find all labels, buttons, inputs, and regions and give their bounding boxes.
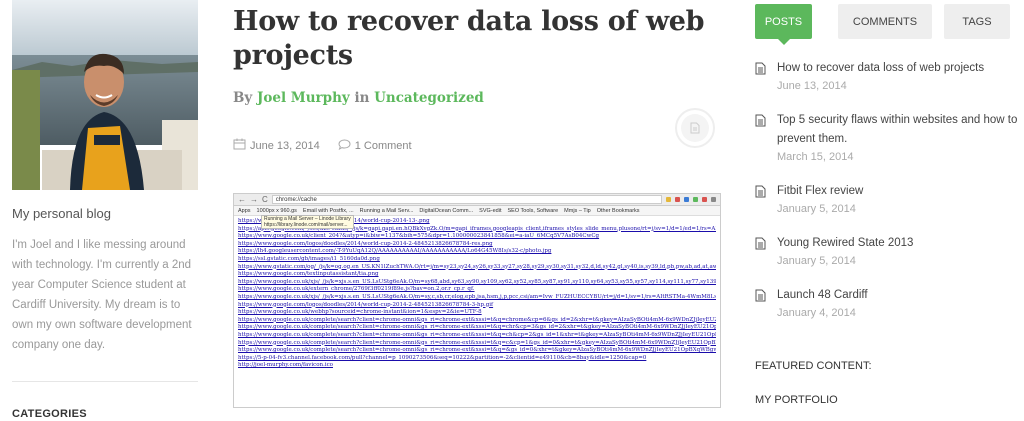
- recent-posts-list: How to recover data loss of web projects…: [755, 59, 1024, 321]
- left-sidebar: My personal blog I'm Joel and I like mes…: [12, 0, 198, 420]
- cache-link[interactable]: https://www.google.co.uk/extern_chrome/2…: [238, 286, 716, 294]
- bookmark-item: DigitalOcean Comm...: [419, 208, 474, 214]
- cache-link[interactable]: https://www.gstatic.com/og/_/js/k=og.og.…: [238, 264, 716, 272]
- cache-link[interactable]: https://www.google.co.uk/complete/search…: [238, 340, 716, 348]
- avatar[interactable]: [12, 0, 198, 190]
- recent-post-item[interactable]: Top 5 security flaws within websites and…: [755, 111, 1024, 165]
- post-meta: June 13, 2014 1 Comment: [233, 138, 412, 153]
- extension-icon: [702, 197, 707, 202]
- browser-toolbar: ← → C chrome://cache: [234, 194, 720, 206]
- post-format-badge: [675, 108, 715, 148]
- back-icon: ←: [238, 195, 246, 204]
- recent-post-item[interactable]: How to recover data loss of web projects…: [755, 59, 1024, 94]
- byline-by: By: [233, 90, 253, 106]
- blog-description: I'm Joel and I like messing around with …: [12, 239, 192, 351]
- tooltip: Running a Mail Server – Linode Library h…: [261, 215, 354, 229]
- post-date: June 13, 2014: [250, 139, 320, 152]
- divider: [12, 381, 198, 382]
- sidebar-tabs: POSTS COMMENTS TAGS: [755, 4, 1024, 45]
- cache-link[interactable]: http://joel-murphy.com/favicon.ico: [238, 362, 716, 370]
- menu-icon: [711, 197, 716, 202]
- recent-post-title[interactable]: Fitbit Flex review: [777, 182, 863, 201]
- extension-icon: [675, 197, 680, 202]
- recent-post-date: January 5, 2014: [777, 203, 856, 215]
- cache-link[interactable]: https://ssl.gstatic.com/gb/images/i1_516…: [238, 256, 716, 264]
- recent-post-title[interactable]: Launch 48 Cardiff: [777, 286, 868, 305]
- categories-heading: CATEGORIES: [12, 408, 87, 420]
- post-title[interactable]: How to recover data loss of web projects: [233, 5, 721, 73]
- cache-link[interactable]: https://www.google.com/logos/doodles/201…: [238, 241, 716, 249]
- browser-url: chrome://cache: [271, 195, 662, 204]
- star-icon: [666, 197, 671, 202]
- featured-heading: FEATURED CONTENT:: [755, 360, 872, 372]
- bookmark-item: SEO Tools, Software: [507, 208, 559, 214]
- document-icon: [755, 289, 766, 321]
- forward-icon: →: [250, 195, 258, 204]
- tab-tags[interactable]: TAGS: [944, 4, 1010, 39]
- recent-post-item[interactable]: Launch 48 Cardiff January 4, 2014: [755, 286, 1024, 321]
- comment-icon: [338, 138, 351, 153]
- bookmark-item: 1000px x 960.gs: [256, 208, 297, 214]
- extension-icon: [684, 197, 689, 202]
- profile-photo: [12, 0, 198, 190]
- byline: By Joel Murphy in Uncategorized: [233, 90, 721, 106]
- cache-link[interactable]: https://www.google.com/textinputassistan…: [238, 271, 716, 279]
- bookmark-item: Mmjs – Tip: [564, 208, 591, 214]
- cache-link[interactable]: https://www.google.co.uk/complete/search…: [238, 332, 716, 340]
- reload-icon: C: [262, 195, 268, 204]
- cache-link[interactable]: https://www.google.co.uk/client_204?&aty…: [238, 233, 716, 241]
- cache-link[interactable]: https://www.google.com/logos/doodles/201…: [238, 302, 716, 310]
- recent-post-date: January 5, 2014: [777, 255, 856, 267]
- tab-comments[interactable]: COMMENTS: [838, 4, 932, 39]
- bookmark-item: Other Bookmarks: [596, 208, 640, 214]
- document-icon: [755, 62, 766, 94]
- tab-posts[interactable]: POSTS: [755, 4, 812, 45]
- recent-post-date: March 15, 2014: [777, 151, 854, 163]
- blog-title: My personal blog: [12, 206, 111, 221]
- recent-post-title[interactable]: Top 5 security flaws within websites and…: [777, 111, 1024, 149]
- byline-in: in: [354, 90, 370, 106]
- document-icon: [755, 185, 766, 217]
- cache-link[interactable]: https://5-p-04-fv3.channel.facebook.com/…: [238, 355, 716, 363]
- bookmark-item: Running a Mail Serv...: [359, 208, 414, 214]
- post-main: How to recover data loss of web projects…: [233, 0, 721, 408]
- recent-post-date: January 4, 2014: [777, 307, 856, 319]
- calendar-icon: [233, 138, 246, 153]
- recent-post-item[interactable]: Young Rewired State 2013 January 5, 2014: [755, 234, 1024, 269]
- cache-link[interactable]: https://www.google.co.uk/complete/search…: [238, 324, 716, 332]
- document-icon: [755, 114, 766, 165]
- category-link[interactable]: Uncategorized: [374, 90, 484, 106]
- cache-link[interactable]: https://www.google.co.uk/complete/search…: [238, 317, 716, 325]
- comments-link[interactable]: 1 Comment: [355, 140, 412, 152]
- post-screenshot[interactable]: ← → C chrome://cache Apps 1000px x 960.g…: [233, 193, 721, 408]
- recent-post-item[interactable]: Fitbit Flex review January 5, 2014: [755, 182, 1024, 217]
- document-icon: [681, 114, 709, 142]
- tooltip-line: https://library.linode.com/mail/server..…: [264, 222, 348, 228]
- document-icon: [755, 237, 766, 269]
- cache-link-list: https://www.google.com/logos/doodles/201…: [234, 216, 720, 372]
- bookmark-item: Apps: [238, 208, 251, 214]
- cache-link[interactable]: https://lh4.googleusercontent.com/-T-9Yu…: [238, 248, 716, 256]
- extension-icon: [693, 197, 698, 202]
- cache-link[interactable]: https://www.google.co.uk/webhp?sourceid=…: [238, 309, 716, 317]
- author-link[interactable]: Joel Murphy: [257, 90, 350, 106]
- cache-link[interactable]: https://www.google.co.uk/xjs/_/js/k=xjs.…: [238, 294, 716, 302]
- bookmark-item: Email with Postfix, ...: [302, 208, 354, 214]
- recent-post-title[interactable]: How to recover data loss of web projects: [777, 59, 984, 78]
- recent-post-date: June 13, 2014: [777, 80, 847, 92]
- right-sidebar: POSTS COMMENTS TAGS How to recover data …: [755, 0, 1024, 406]
- cache-link[interactable]: https://www.google.co.uk/xjs/_/js/k=xjs.…: [238, 279, 716, 287]
- cache-link[interactable]: https://www.google.co.uk/complete/search…: [238, 347, 716, 355]
- portfolio-link[interactable]: MY PORTFOLIO: [755, 394, 838, 406]
- recent-post-title[interactable]: Young Rewired State 2013: [777, 234, 913, 253]
- bookmark-item: SVG-edit: [479, 208, 502, 214]
